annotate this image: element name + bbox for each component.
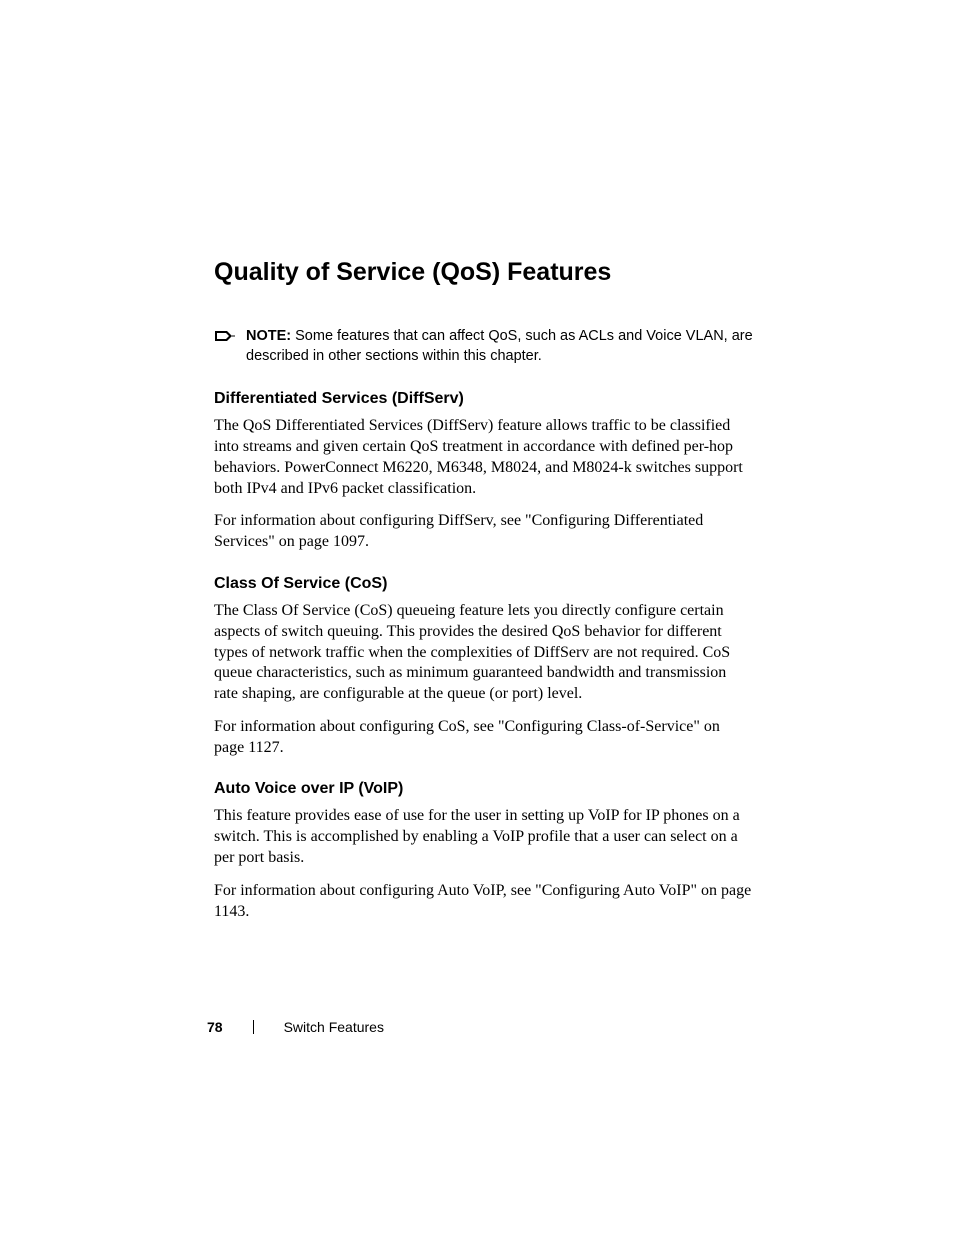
footer-chapter-title: Switch Features [284, 1019, 384, 1035]
pencil-icon [214, 328, 236, 344]
note-label: NOTE: [246, 328, 291, 344]
section-heading: Auto Voice over IP (VoIP) [214, 780, 754, 798]
section-voip: Auto Voice over IP (VoIP) This feature p… [214, 780, 754, 922]
note-body: Some features that can affect QoS, such … [246, 328, 753, 364]
body-paragraph: For information about configuring DiffSe… [214, 511, 754, 553]
document-page: Quality of Service (QoS) Features NOTE: … [0, 0, 954, 1235]
page-title: Quality of Service (QoS) Features [214, 258, 754, 287]
footer-separator [253, 1020, 254, 1034]
body-paragraph: For information about configuring Auto V… [214, 881, 754, 923]
body-paragraph: This feature provides ease of use for th… [214, 806, 754, 868]
note-block: NOTE: Some features that can affect QoS,… [214, 327, 754, 366]
body-paragraph: The Class Of Service (CoS) queueing feat… [214, 601, 754, 705]
body-paragraph: The QoS Differentiated Services (DiffSer… [214, 416, 754, 499]
section-diffserv: Differentiated Services (DiffServ) The Q… [214, 390, 754, 553]
body-paragraph: For information about configuring CoS, s… [214, 717, 754, 759]
section-heading: Class Of Service (CoS) [214, 575, 754, 593]
footer-page-number: 78 [207, 1019, 223, 1035]
section-heading: Differentiated Services (DiffServ) [214, 390, 754, 408]
page-footer: 78 Switch Features [207, 1019, 384, 1035]
section-cos: Class Of Service (CoS) The Class Of Serv… [214, 575, 754, 759]
note-text: NOTE: Some features that can affect QoS,… [246, 327, 754, 366]
